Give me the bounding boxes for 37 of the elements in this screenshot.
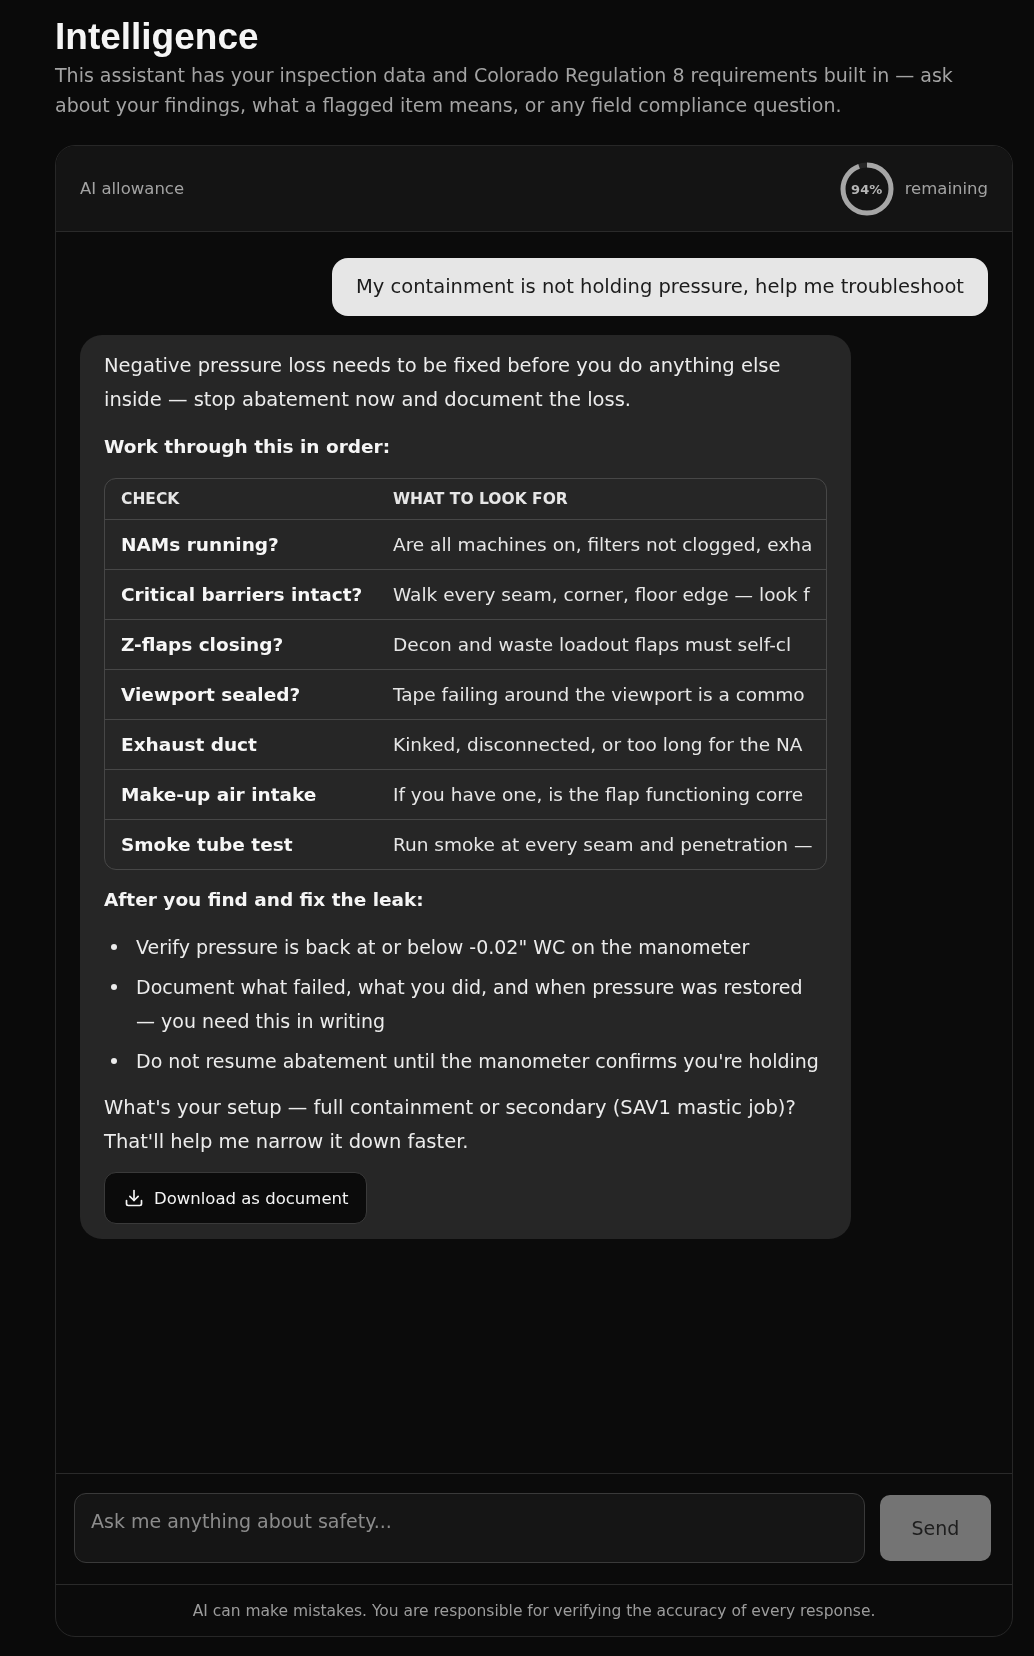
table-cell: Decon and waste loadout flaps must self-cl — [377, 619, 826, 669]
table-cell: If you have one, is the flap functioning corre — [377, 769, 826, 819]
table-cell: NAMs running? — [105, 519, 377, 569]
message-paragraph: What's your setup — full containment or secondary (SAV1 mastic job)? That'll help me narrow it down faster. — [104, 1095, 797, 1155]
list-item-text: Do not resume abatement until the manometer confirms you're holding — [136, 1049, 819, 1074]
disclaimer-text: AI can make mistakes. You are responsible for verifying the accuracy of every response. — [192, 1601, 876, 1620]
column-header: WHAT TO LOOK FOR — [377, 479, 826, 519]
page-subtitle: This assistant has your inspection data and Colorado Regulation 8 requirements built in — ask about your findings, what a flagged item means, or any field compliance question. — [55, 63, 954, 118]
allowance-label: AI allowance — [80, 179, 185, 198]
message-paragraph: Negative pressure loss needs to be fixed before you do anything else inside — stop abatement now and document the loss. — [104, 353, 782, 413]
bullet-icon — [111, 944, 117, 950]
table-cell: Viewport sealed? — [105, 669, 377, 719]
table-cell: Make-up air intake — [105, 769, 377, 819]
list-item-text: Verify pressure is back at or below -0.02" WC on the manometer — [136, 935, 750, 960]
table-cell: Exhaust duct — [105, 719, 377, 769]
table-cell: Walk every seam, corner, floor edge — look f — [377, 569, 826, 619]
section-heading: After you find and fix the leak: — [104, 888, 424, 912]
message-input[interactable]: Ask me anything about safety... — [74, 1493, 865, 1563]
table-cell: Kinked, disconnected, or too long for the NA — [377, 719, 826, 769]
usage-percent: 94% — [851, 181, 883, 196]
bullet-icon — [111, 984, 117, 990]
table-cell: Smoke tube test — [105, 819, 377, 869]
table-cell: Critical barriers intact? — [105, 569, 377, 619]
download-icon — [124, 1188, 144, 1208]
table-cell: Tape failing around the viewport is a commo — [377, 669, 826, 719]
table-cell: Are all machines on, filters not clogged, exha — [377, 519, 826, 569]
download-button[interactable]: Download as document — [104, 1172, 368, 1224]
user-message: My containment is not holding pressure, help me troubleshoot — [332, 258, 988, 316]
remaining-label: remaining — [904, 179, 988, 198]
table-cell: Run smoke at every seam and penetration — — [377, 819, 826, 869]
usage-ring-icon — [839, 161, 894, 216]
list-item-text: Document what failed, what you did, and when pressure was restored — you need this in writing — [136, 975, 804, 1034]
bullet-icon — [111, 1058, 117, 1064]
column-header: CHECK — [105, 479, 377, 519]
table-cell: Z-flaps closing? — [105, 619, 377, 669]
section-heading: Work through this in order: — [104, 435, 391, 459]
page-title: Intelligence — [55, 15, 259, 58]
